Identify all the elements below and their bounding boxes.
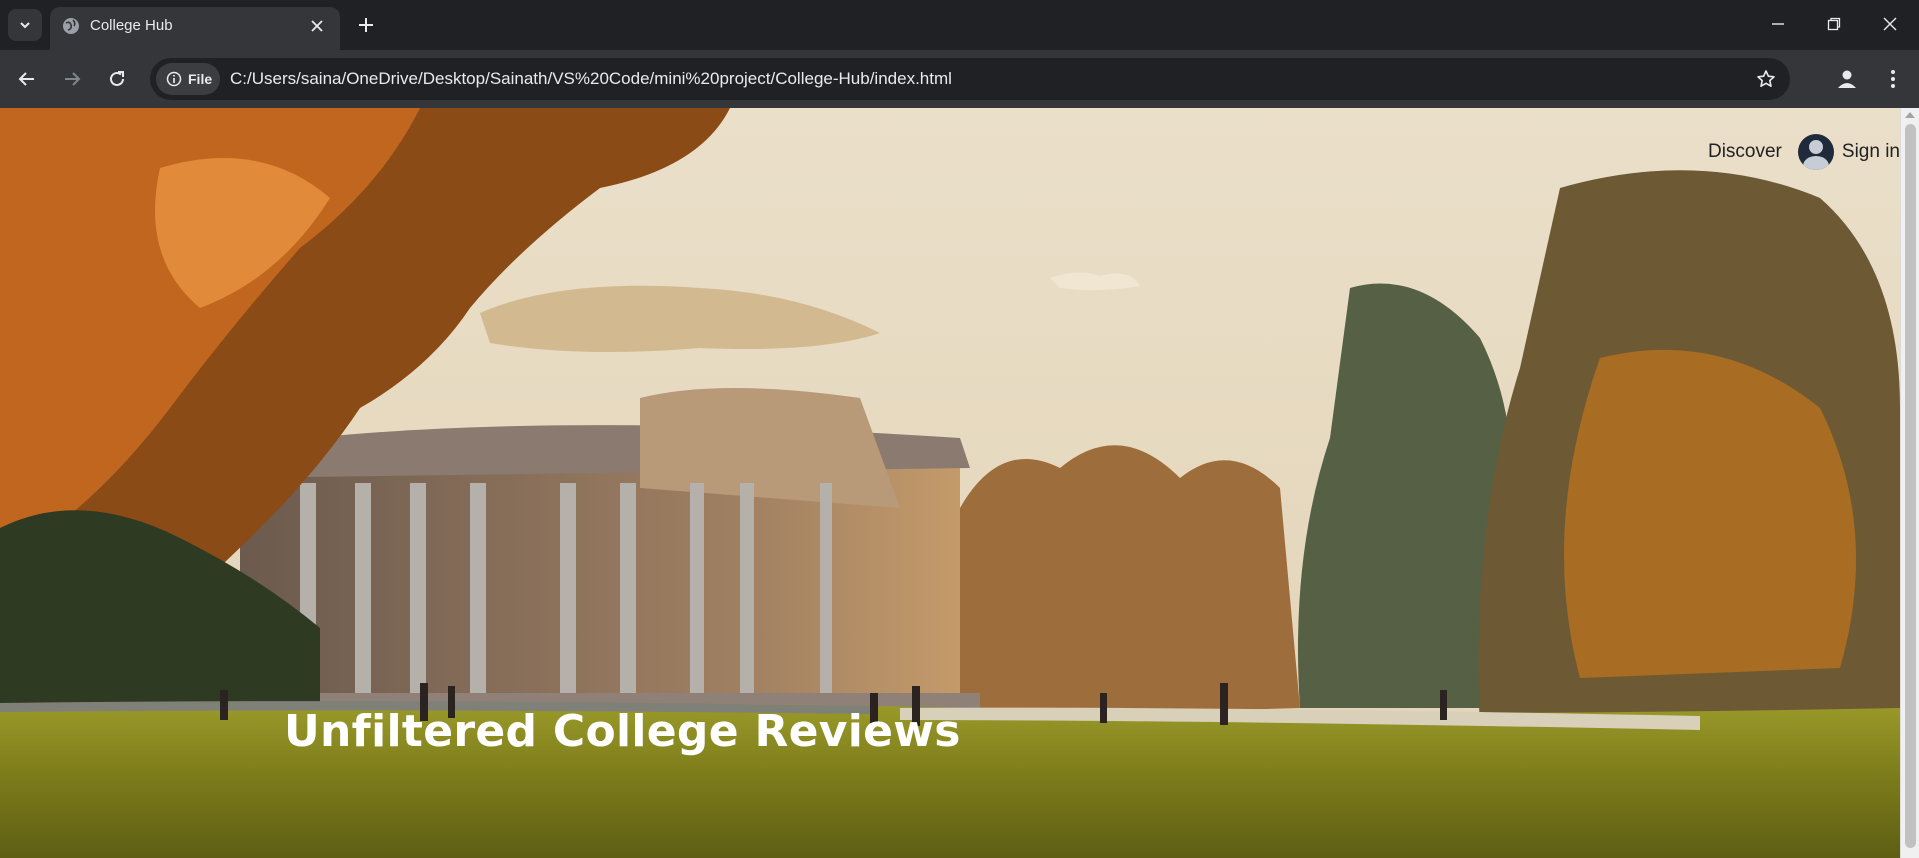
site-nav: Discover Sign in bbox=[1708, 134, 1900, 170]
arrow-right-icon bbox=[65, 72, 81, 86]
close-icon bbox=[311, 20, 323, 32]
reload-button[interactable] bbox=[100, 62, 134, 96]
scrollbar-thumb[interactable] bbox=[1905, 124, 1916, 848]
scroll-up-icon[interactable] bbox=[1905, 112, 1915, 118]
site-info-label: File bbox=[188, 71, 213, 87]
browser-toolbar: File C:/Users/saina/OneDrive/Desktop/Sai… bbox=[0, 50, 1919, 108]
plus-icon bbox=[359, 18, 373, 32]
close-icon bbox=[1883, 17, 1897, 31]
minimize-icon bbox=[1772, 23, 1784, 25]
browser-menu-button[interactable] bbox=[1876, 62, 1910, 96]
address-bar[interactable]: File C:/Users/saina/OneDrive/Desktop/Sai… bbox=[150, 58, 1790, 100]
hero-title: Unfiltered College Reviews bbox=[284, 706, 961, 757]
new-tab-button[interactable] bbox=[350, 9, 382, 41]
tab-close-button[interactable] bbox=[304, 13, 330, 39]
tab-title: College Hub bbox=[90, 17, 173, 34]
signin-label: Sign in bbox=[1841, 141, 1900, 162]
user-avatar-icon bbox=[1797, 134, 1834, 170]
tab-strip: College Hub bbox=[0, 0, 1919, 50]
arrow-left-icon bbox=[18, 72, 34, 86]
site-info-chip[interactable]: File bbox=[156, 63, 220, 95]
url-text[interactable]: C:/Users/saina/OneDrive/Desktop/Sainath/… bbox=[230, 69, 952, 89]
tab-search-button[interactable] bbox=[8, 9, 42, 41]
back-button[interactable] bbox=[10, 62, 44, 96]
globe-icon bbox=[63, 18, 79, 34]
reload-icon bbox=[110, 71, 124, 86]
info-icon bbox=[166, 71, 182, 87]
restore-icon bbox=[1827, 17, 1841, 31]
more-vert-icon bbox=[1891, 70, 1895, 88]
forward-button[interactable] bbox=[55, 62, 89, 96]
nav-link-discover[interactable]: Discover bbox=[1708, 141, 1782, 163]
tab-college-hub[interactable]: College Hub bbox=[50, 7, 340, 50]
page-viewport: Discover Sign in Unfiltered College Revi… bbox=[0, 108, 1919, 858]
close-window-button[interactable] bbox=[1862, 0, 1918, 48]
chevron-down-icon bbox=[20, 22, 30, 29]
profile-button[interactable] bbox=[1830, 62, 1864, 96]
minimize-button[interactable] bbox=[1750, 0, 1806, 48]
bookmark-button[interactable] bbox=[1754, 67, 1778, 91]
star-icon bbox=[1757, 70, 1775, 87]
page-scrollbar[interactable] bbox=[1900, 108, 1919, 858]
signin-button[interactable]: Sign in bbox=[1797, 134, 1900, 170]
restore-button[interactable] bbox=[1806, 0, 1862, 48]
person-icon bbox=[1838, 70, 1856, 88]
